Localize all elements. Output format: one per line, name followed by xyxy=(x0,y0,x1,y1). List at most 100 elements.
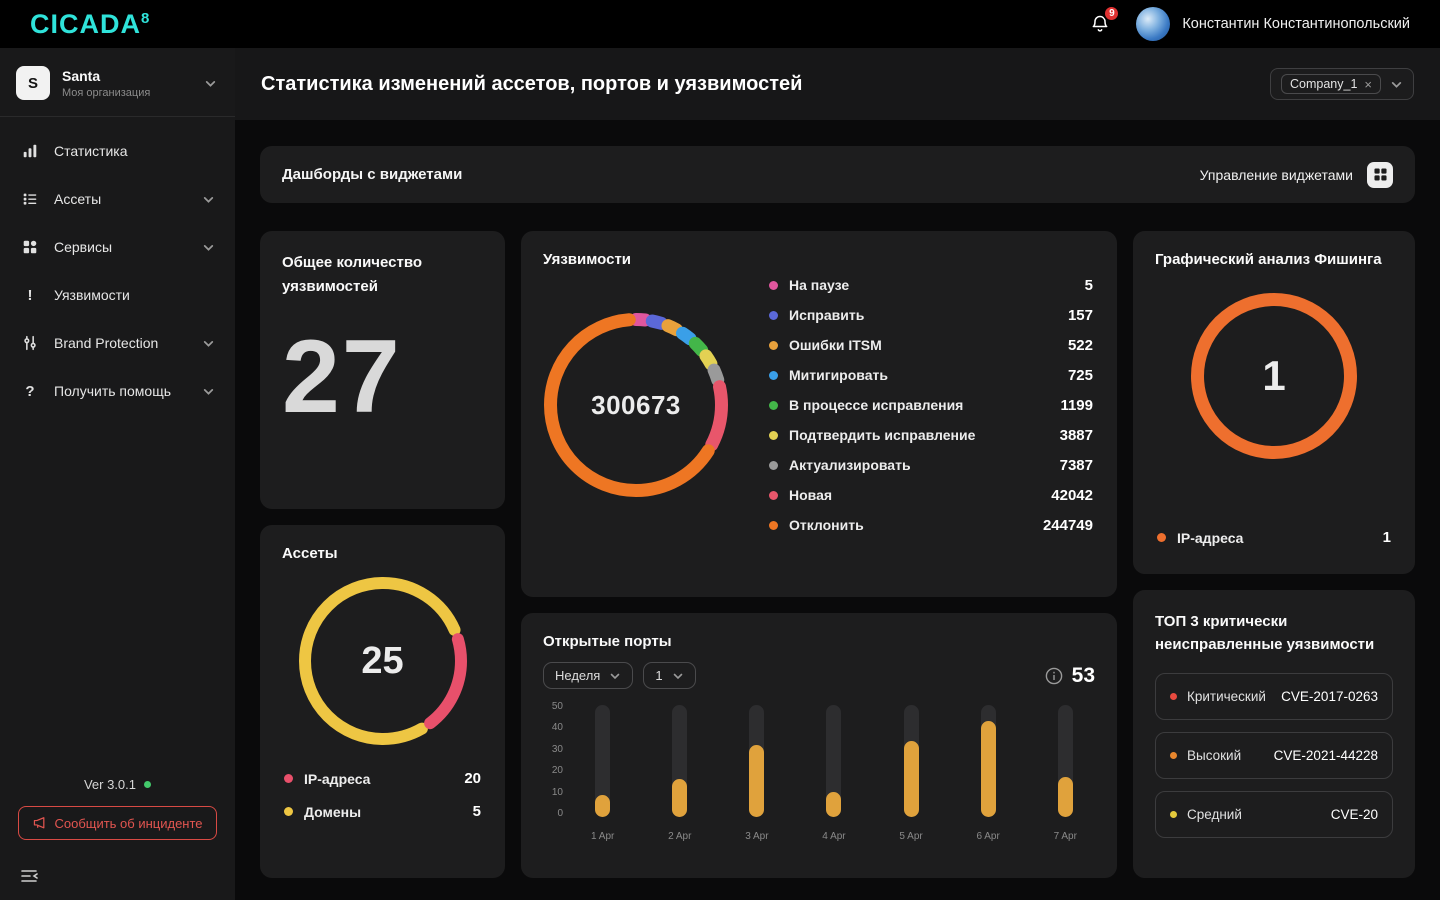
grid-icon xyxy=(20,238,40,256)
card-title: Ассеты xyxy=(282,545,338,562)
exclamation-icon: ! xyxy=(27,286,33,304)
report-incident-button[interactable]: Сообщить об инциденте xyxy=(18,806,217,840)
period-select[interactable]: Неделя xyxy=(543,662,634,689)
legend-row: Подтвердить исправление 3887 xyxy=(767,420,1095,450)
cve-id: CVE-2017-0263 xyxy=(1281,688,1378,704)
bar-column: 1 Apr xyxy=(591,705,614,842)
chevron-down-icon xyxy=(609,670,621,682)
bar-slot xyxy=(903,705,919,817)
legend-label: На паузе xyxy=(789,277,850,293)
cve-id: CVE-20 xyxy=(1330,806,1378,822)
chevron-down-icon xyxy=(202,337,215,350)
legend-dot xyxy=(769,310,778,320)
top3-item[interactable]: Средний CVE-20 xyxy=(1155,790,1393,838)
bar xyxy=(903,740,919,817)
notification-badge: 9 xyxy=(1103,5,1121,22)
org-subtitle: Моя организация xyxy=(62,86,151,99)
top3-vulnerabilities-card: ТОП 3 критически неисправленные уязвимос… xyxy=(1133,590,1415,878)
bar-slot xyxy=(749,705,765,817)
legend-row: Домены 5 xyxy=(282,795,483,828)
org-selector[interactable]: S Santa Моя организация xyxy=(0,48,235,117)
sidebar-item-assets[interactable]: Ассеты xyxy=(0,175,235,223)
severity-label: Высокий xyxy=(1187,747,1242,763)
report-incident-label: Сообщить об инциденте xyxy=(54,815,203,831)
user-name: Константин Константинопольский xyxy=(1182,16,1410,32)
bar-chart-icon xyxy=(20,142,40,160)
legend-row: На паузе 5 xyxy=(767,270,1095,300)
legend-label: Отклонить xyxy=(789,517,864,533)
assets-legend: IP-адреса 20 Домены 5 xyxy=(282,762,483,828)
y-axis-tick: 40 xyxy=(551,722,563,734)
legend-label: Домены xyxy=(304,803,362,820)
card-title: ТОП 3 критически неисправленные уязвимос… xyxy=(1155,613,1375,654)
bar xyxy=(980,720,996,817)
top3-list: Критический CVE-2017-0263 Высокий CVE-2021-… xyxy=(1155,672,1393,838)
x-axis-label: 4 Apr xyxy=(822,831,846,842)
avatar[interactable] xyxy=(1136,7,1171,41)
bar xyxy=(672,778,688,817)
bar-slot xyxy=(980,705,996,817)
notifications-button[interactable]: 9 xyxy=(1088,5,1121,36)
vulnerabilities-legend: На паузе 5 Исправить 157 Ошибки ITSM 522 Митиг… xyxy=(767,270,1095,540)
legend-label: Подтвердить исправление xyxy=(789,427,976,443)
card-title: Уязвимости xyxy=(543,251,632,268)
column-right: Графический анализ Фишинга 1 IP-адреса 1 … xyxy=(1133,231,1415,878)
sidebar-item-services[interactable]: Сервисы xyxy=(0,223,235,271)
legend-dot xyxy=(284,807,293,816)
total-vulnerabilities-card: Общее количество уязвимостей 27 xyxy=(260,231,505,509)
column-center: Уязвимости 300673 На паузе 5 Исправить 157 О… xyxy=(521,231,1117,878)
sidebar-item-label: Статистика xyxy=(54,143,128,159)
version-row: Ver 3.0.1 xyxy=(18,777,217,792)
sidebar-item-label: Уязвимости xyxy=(54,287,130,303)
bar xyxy=(1057,776,1073,817)
sidebar-item-statistics[interactable]: Статистика xyxy=(0,127,235,175)
collapse-sidebar-button[interactable] xyxy=(18,866,44,886)
app-body: S Santa Моя организация Статистика Ассет… xyxy=(0,0,1440,900)
legend-value: 157 xyxy=(1067,306,1093,324)
legend-row: Отклонить 244749 xyxy=(767,510,1095,540)
legend-value: 20 xyxy=(464,770,481,787)
manage-widgets-button[interactable] xyxy=(1367,161,1393,188)
legend-value: 725 xyxy=(1067,366,1093,384)
page-title: Статистика изменений ассетов, портов и у… xyxy=(261,72,803,95)
app-logo: CICADA8 xyxy=(30,9,150,40)
info-icon[interactable] xyxy=(1045,667,1063,685)
bar-slot xyxy=(1057,705,1073,817)
sidebar-item-brand-protection[interactable]: Brand Protection xyxy=(0,319,235,367)
legend-row: В процессе исправления 1199 xyxy=(767,390,1095,420)
page-select[interactable]: 1 xyxy=(643,662,696,689)
remove-company-icon[interactable]: × xyxy=(1364,78,1372,91)
sidebar-item-vulnerabilities[interactable]: ! Уязвимости xyxy=(0,271,235,319)
bar-column: 2 Apr xyxy=(668,705,691,842)
severity-label: Средний xyxy=(1187,806,1242,822)
phishing-legend: IP-адреса 1 xyxy=(1155,521,1393,554)
sidebar: S Santa Моя организация Статистика Ассет… xyxy=(0,48,235,900)
sidebar-item-get-help[interactable]: ? Получить помощь xyxy=(0,367,235,415)
bar-slot xyxy=(672,705,688,817)
collapse-sidebar-icon xyxy=(21,870,38,882)
legend-row: IP-адреса 1 xyxy=(1155,521,1393,554)
bar-column: 5 Apr xyxy=(899,705,923,842)
legend-label: IP-адреса xyxy=(1177,529,1244,546)
bar-slot xyxy=(826,705,842,817)
page-select-value: 1 xyxy=(655,668,663,683)
legend-label: IP-адреса xyxy=(304,770,371,787)
x-axis-label: 6 Apr xyxy=(976,831,1000,842)
y-axis-tick: 0 xyxy=(557,807,563,819)
company-filter-dropdown[interactable]: Company_1 × xyxy=(1270,68,1414,100)
logo-sup: 8 xyxy=(141,9,151,27)
legend-row: IP-адреса 20 xyxy=(282,762,483,795)
sidebar-bottom: Ver 3.0.1 Сообщить об инциденте xyxy=(0,777,235,900)
assets-card: Ассеты 25 IP-адреса 20 Домены 5 xyxy=(260,525,505,878)
top3-item[interactable]: Критический CVE-2017-0263 xyxy=(1155,672,1393,720)
open-ports-card: Открытые порты Неделя 1 53 50 40 30 20 1… xyxy=(521,613,1117,878)
legend-value: 5 xyxy=(472,803,481,820)
legend-label: Исправить xyxy=(789,307,865,323)
bars: 1 Apr 2 Apr 3 Apr 4 Apr 5 Apr 6 Apr 7 Apr xyxy=(567,705,1095,842)
sidebar-menu: Статистика Ассеты Сервисы ! Уязвимости B… xyxy=(0,117,235,415)
assets-donut-chart: 25 xyxy=(298,576,468,746)
severity-dot xyxy=(1170,751,1177,759)
legend-label: Новая xyxy=(789,487,833,503)
top3-item[interactable]: Высокий CVE-2021-44228 xyxy=(1155,731,1393,779)
legend-dot xyxy=(769,490,778,500)
